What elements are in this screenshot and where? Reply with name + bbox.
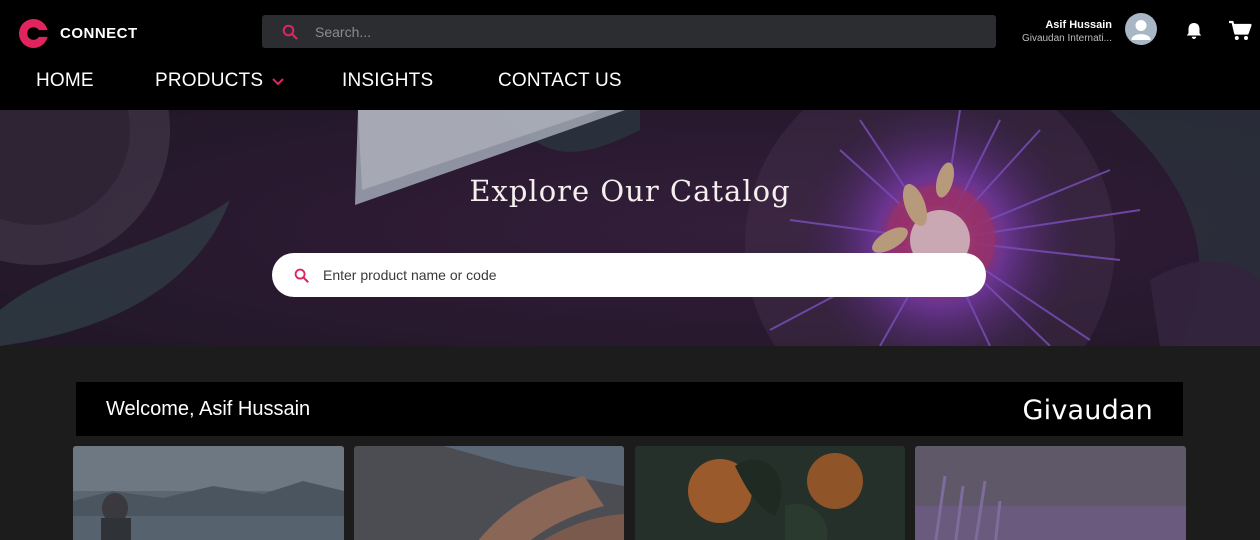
global-search-bar[interactable] (262, 15, 996, 48)
cart-icon[interactable] (1228, 20, 1252, 42)
global-search-input[interactable] (315, 23, 915, 40)
category-card-skincare[interactable] (354, 446, 624, 540)
welcome-banner: Welcome, Asif Hussain Givaudan (76, 382, 1183, 436)
user-organization: Givaudan Internati... (1021, 33, 1112, 44)
search-icon (282, 24, 298, 40)
lavender-field-image (915, 446, 1186, 540)
search-icon (294, 268, 309, 283)
catalog-search-input[interactable] (323, 267, 943, 283)
bell-icon[interactable] (1184, 21, 1204, 41)
givaudan-logo: Givaudan (1022, 395, 1153, 426)
nav-contact-label: CONTACT US (498, 70, 622, 91)
nav-item-products[interactable]: PRODUCTS (155, 70, 285, 92)
hero-banner: Explore Our Catalog (0, 110, 1260, 346)
person-by-mountain-lake-image (73, 446, 344, 540)
hands-applying-lotion-image (354, 446, 624, 540)
hero-title: Explore Our Catalog (469, 174, 791, 208)
connect-logo-icon (18, 18, 49, 49)
chevron-down-icon (272, 78, 284, 86)
catalog-search-bar[interactable] (272, 253, 986, 297)
logo-text: CONNECT (60, 25, 138, 42)
nav-item-home[interactable]: HOME (36, 70, 94, 92)
user-avatar-icon[interactable] (1125, 13, 1157, 45)
nav-products-label: PRODUCTS (155, 70, 264, 91)
nav-item-contact-us[interactable]: CONTACT US (498, 70, 622, 92)
nav-home-label: HOME (36, 70, 94, 91)
connect-logo[interactable]: CONNECT (18, 18, 138, 49)
nav-item-insights[interactable]: INSIGHTS (342, 70, 433, 92)
category-card-lavender[interactable] (915, 446, 1186, 540)
nav-insights-label: INSIGHTS (342, 70, 434, 91)
category-card-lake[interactable] (73, 446, 344, 540)
top-header: CONNECT Asif Hussain Givaudan Internati.… (0, 0, 1260, 110)
passion-flower-background-image (0, 110, 1260, 346)
user-info[interactable]: Asif Hussain Givaudan Internati... (1000, 18, 1112, 45)
user-name: Asif Hussain (1045, 19, 1112, 31)
oranges-on-tree-image (635, 446, 905, 540)
welcome-message: Welcome, Asif Hussain (106, 398, 311, 420)
category-card-citrus[interactable] (635, 446, 905, 540)
